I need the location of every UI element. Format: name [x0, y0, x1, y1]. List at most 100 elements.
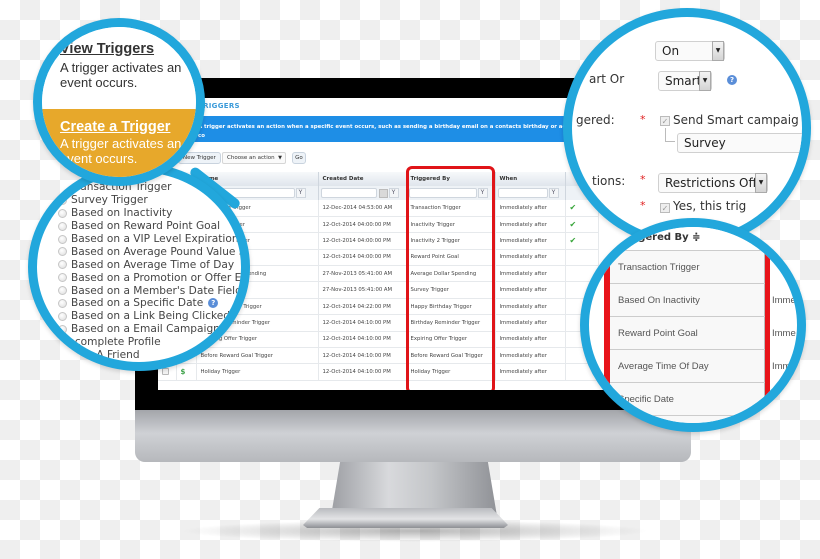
column-header-created-date[interactable]: Created Date [318, 172, 407, 186]
smart-select[interactable]: Smart ▼ [658, 71, 712, 91]
radio-button[interactable] [58, 234, 67, 244]
cell-created-date: 12-Oct-2014 04:10:00 PM [318, 347, 407, 365]
trigger-type-option[interactable]: Based on Inactivity [58, 207, 241, 220]
cell-when: Immediately after [495, 314, 566, 332]
highlight-border-right [765, 251, 770, 423]
restrictions-value: Restrictions Off [665, 176, 757, 190]
cell-when: Immediately after [495, 200, 566, 217]
trigger-type-option[interactable]: Survey Trigger [58, 194, 241, 207]
view-triggers-link[interactable]: View Triggers [60, 41, 154, 57]
calendar-icon[interactable] [378, 188, 388, 198]
table-row[interactable]: $ Holiday Trigger 12-Oct-2014 04:10:00 PM H… [158, 363, 599, 381]
cell-when: Immediately after [495, 216, 566, 234]
magnifier-trigger-settings: On ▼ art Or Smart ▼ ? gered: * ✓ Send Sm… [563, 8, 811, 248]
active-check-icon: ✔ [569, 220, 577, 230]
filter-icon[interactable]: Y [548, 188, 559, 198]
help-icon[interactable]: ? [208, 298, 219, 309]
chevron-down-icon: ▼ [699, 71, 711, 91]
create-trigger-desc-2: event occurs. [60, 151, 138, 166]
cell-created-date: 27-Nov-2013 05:41:00 AM [318, 281, 407, 299]
go-button[interactable]: Go [292, 152, 306, 164]
confirm-checkbox[interactable]: ✓ [660, 203, 670, 213]
trigger-type-option[interactable]: Refer A Friend [52, 349, 241, 362]
status-value: On [662, 44, 680, 58]
radio-button[interactable] [58, 324, 67, 334]
filter-icon[interactable]: Y [295, 188, 306, 198]
action-select[interactable]: Choose an action ▼ [222, 152, 286, 164]
cell-name[interactable]: Holiday Trigger [196, 363, 319, 381]
when-cell-partial: Imme [772, 361, 796, 372]
cell-created-date: 12-Dec-2014 04:53:00 AM [318, 200, 407, 217]
trigger-type-option[interactable]: Based on Average Time of Day [58, 258, 241, 271]
campaign-select[interactable]: Survey [677, 133, 802, 153]
radio-button[interactable] [58, 311, 67, 321]
trigger-type-option[interactable]: Based on a Link Being Clicked [58, 310, 241, 323]
cell-when: Immediately after [495, 281, 566, 299]
restrictions-select[interactable]: Restrictions Off ▼ [658, 173, 768, 193]
trigger-type-label: Based on a Email Campaign [71, 323, 220, 336]
cell-created-date: 12-Oct-2014 04:00:00 PM [318, 249, 407, 267]
triggered-by-cell: Reward Point Goal [610, 317, 765, 350]
required-mark: * [640, 199, 646, 212]
magnifier-triggered-by-column: Triggered By ≑ Transaction Trigger Based … [580, 218, 806, 432]
send-smart-checkbox[interactable]: ✓ [660, 116, 670, 126]
triggered-by-header-label: Triggered By ≑ [617, 232, 701, 243]
info-text-line-2: link. [198, 142, 212, 148]
triggered-label: gered: [576, 113, 615, 127]
radio-button[interactable] [58, 273, 67, 283]
trigger-type-label: Based on a Link Being Clicked [71, 310, 231, 323]
chevron-down-icon: ▼ [278, 155, 282, 161]
trigger-type-option[interactable]: Based on a Email Campaign [58, 323, 241, 336]
cell-created-date: 12-Oct-2014 04:10:00 PM [318, 314, 407, 332]
triggered-by-header[interactable]: Triggered By ≑ [589, 227, 797, 251]
when-filter-input[interactable] [497, 188, 548, 198]
radio-button[interactable] [58, 195, 67, 205]
cell-created-date: 12-Oct-2014 04:10:00 PM [318, 363, 407, 381]
row-checkbox[interactable] [162, 367, 169, 375]
radio-button[interactable] [58, 247, 67, 257]
status-select[interactable]: On ▼ [655, 41, 725, 61]
restrictions-label: tions: [592, 174, 626, 188]
smart-value: Smart [665, 74, 702, 88]
radio-button[interactable] [58, 260, 67, 270]
tree-connector [665, 128, 675, 142]
cell-created-date: 12-Oct-2014 04:10:00 PM [318, 331, 407, 349]
trigger-type-option[interactable]: Based on Reward Point Goal [58, 220, 241, 233]
radio-button[interactable] [58, 221, 67, 231]
trigger-type-option[interactable]: Based on Average Pound Value S [58, 245, 241, 258]
trigger-type-option[interactable]: Based on a VIP Level Expiration [58, 233, 241, 246]
trigger-type-option[interactable]: Incomplete Profile [52, 336, 241, 349]
trigger-type-option[interactable]: Based on a Member's Date Field [58, 284, 241, 297]
radio-button[interactable] [58, 286, 67, 296]
active-check-icon: ✔ [569, 236, 577, 246]
cell-created-date: 12-Oct-2014 04:22:00 PM [318, 298, 407, 316]
magnifier-trigger-menu: View Triggers A trigger activates an eve… [33, 18, 205, 186]
triggered-by-cell: Average Time Of Day [610, 350, 765, 383]
radio-button[interactable] [58, 182, 67, 192]
cell-when: Immediately after [495, 232, 566, 250]
create-trigger-panel[interactable]: Create a Trigger A trigger activates an … [42, 109, 196, 177]
view-triggers-panel[interactable]: View Triggers A trigger activates an eve… [42, 27, 196, 109]
help-icon[interactable]: ? [727, 75, 737, 85]
cell-when: Immediately after [495, 331, 566, 349]
radio-button[interactable] [52, 350, 61, 360]
filter-icon[interactable]: Y [388, 188, 399, 198]
trigger-type-label: Refer A Friend [65, 349, 140, 362]
radio-button[interactable] [58, 298, 67, 308]
info-text-line-1: A trigger activates an action when a spe… [198, 124, 586, 139]
create-trigger-link[interactable]: Create a Trigger [60, 119, 170, 135]
trigger-type-label: Survey Trigger [71, 194, 148, 207]
cell-created-date: 12-Oct-2014 04:00:00 PM [318, 216, 407, 234]
trigger-type-option[interactable]: Based on a Specific Date? [58, 297, 241, 310]
chevron-down-icon: ▼ [755, 173, 767, 193]
created-date-filter-input[interactable] [320, 188, 377, 198]
view-triggers-desc-2: event occurs. [60, 75, 138, 90]
trigger-type-option[interactable]: Transaction Trigger [58, 181, 241, 194]
chevron-down-icon: ▼ [712, 41, 724, 61]
cell-when: Immediately after [495, 298, 566, 316]
radio-button[interactable] [58, 208, 67, 218]
trigger-type-option[interactable]: Based on a Promotion or Offer E [58, 271, 241, 284]
radio-button[interactable] [52, 337, 61, 347]
trigger-type-label: Incomplete Profile [65, 336, 161, 349]
column-header-when[interactable]: When [495, 172, 566, 186]
